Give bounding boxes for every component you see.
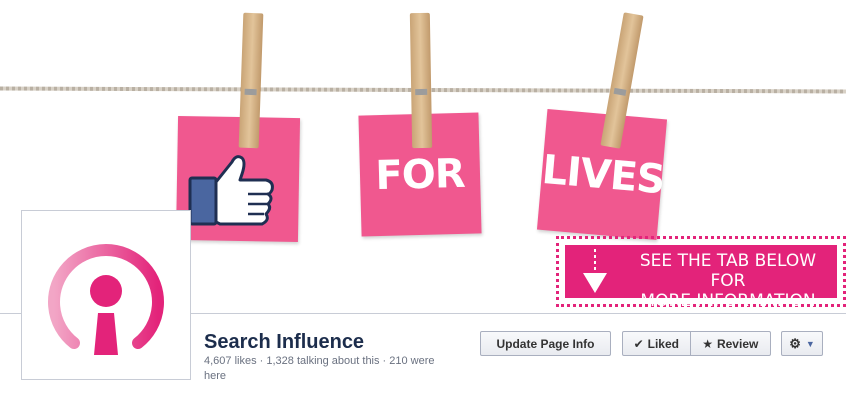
liked-label: Liked	[647, 336, 679, 351]
info-tab-banner: SEE THE TAB BELOW FOR MORE INFORMATION	[556, 236, 846, 311]
review-label: Review	[716, 336, 759, 351]
update-page-info-button[interactable]: Update Page Info	[480, 331, 611, 356]
liked-button[interactable]: ✔ Liked	[623, 332, 691, 355]
chevron-down-icon: ▼	[805, 338, 815, 349]
down-arrow-icon	[583, 249, 607, 293]
star-icon: ★	[702, 336, 713, 351]
page-title[interactable]: Search Influence	[204, 331, 364, 354]
page-settings-button[interactable]: ⚙ ▼	[781, 331, 823, 356]
update-page-info-label: Update Page Info	[496, 336, 595, 351]
page-stats: 4,607 likes · 1,328 talking about this ·…	[204, 355, 435, 382]
like-review-button-group: ✔ Liked ★ Review	[622, 331, 771, 356]
search-influence-logo-icon	[48, 244, 164, 355]
info-tab-line-1: SEE THE TAB BELOW FOR	[639, 251, 817, 291]
clothespin	[409, 12, 433, 149]
thumbs-up-icon	[188, 155, 274, 226]
note-text: LIVES	[540, 146, 667, 203]
gear-icon: ⚙	[789, 335, 801, 351]
checkmark-icon: ✔	[633, 336, 644, 351]
sticky-note-lives: LIVES	[536, 109, 668, 240]
info-tab-body: SEE THE TAB BELOW FOR MORE INFORMATION	[565, 245, 837, 311]
profile-logo	[26, 215, 186, 375]
review-button[interactable]: ★ Review	[691, 332, 770, 355]
info-tab-text: SEE THE TAB BELOW FOR MORE INFORMATION	[623, 251, 833, 311]
info-tab-line-2: MORE INFORMATION	[640, 291, 816, 311]
note-text: FOR	[374, 150, 466, 199]
profile-picture[interactable]	[21, 210, 191, 380]
